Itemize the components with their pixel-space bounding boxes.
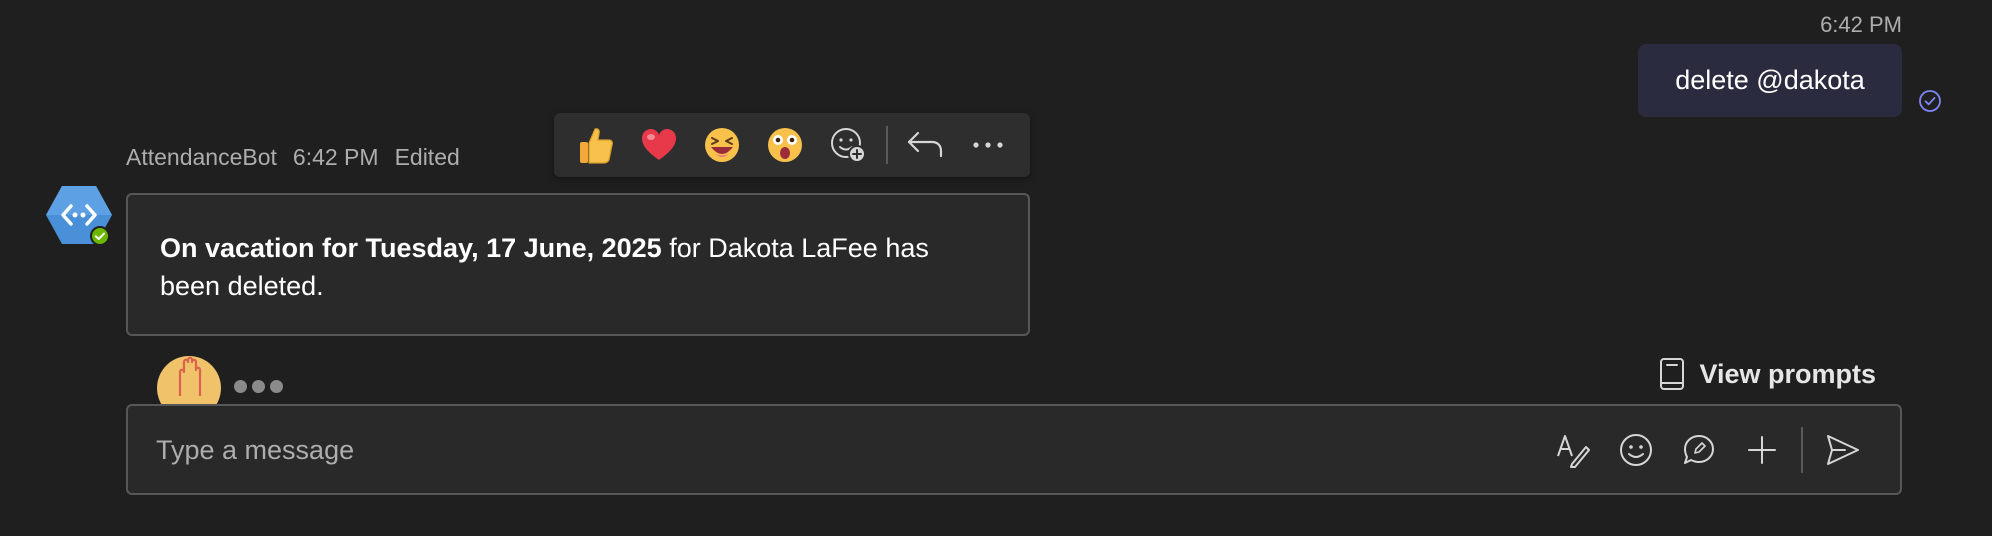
typing-dot <box>270 380 283 393</box>
message-input[interactable] <box>154 406 1558 495</box>
toolbar-divider <box>885 126 888 164</box>
sender-name: AttendanceBot <box>126 144 277 170</box>
plus-icon <box>1747 435 1776 464</box>
send-button[interactable] <box>1811 418 1874 481</box>
typing-indicator <box>234 380 283 393</box>
outgoing-timestamp: 6:42 PM <box>1820 12 1902 37</box>
compose-toolbar <box>1541 406 1874 493</box>
reaction-toolbar <box>554 113 1030 177</box>
more-options-button[interactable] <box>957 113 1020 177</box>
heart-reaction-button[interactable] <box>627 113 690 177</box>
more-reactions-button[interactable] <box>817 113 880 177</box>
emoji-icon <box>1619 433 1652 466</box>
laughing-face-icon <box>704 128 739 162</box>
laugh-reaction-button[interactable] <box>690 113 753 177</box>
prompt-book-icon <box>1660 358 1685 390</box>
typing-dot <box>234 380 247 393</box>
send-icon <box>1826 434 1859 465</box>
raised-hand-icon <box>178 356 202 396</box>
thumbs-up-icon <box>579 128 613 164</box>
edited-label: Edited <box>394 144 460 170</box>
outgoing-message[interactable]: delete @dakota <box>1638 44 1902 117</box>
surprised-reaction-button[interactable] <box>753 113 816 177</box>
toolbar-divider <box>1801 426 1803 473</box>
bot-message-card[interactable]: On vacation for Tuesday, 17 June, 2025 f… <box>126 193 1030 336</box>
typing-dot <box>252 380 265 393</box>
chat-bubble-icon <box>1683 434 1714 464</box>
chat-pane: 6:42 PM delete @dakota AttendanceBot 6:4… <box>0 0 1992 536</box>
like-reaction-button[interactable] <box>564 113 627 177</box>
bot-message-header: AttendanceBot 6:42 PM Edited <box>126 144 460 171</box>
ellipsis-icon <box>973 142 1003 148</box>
emoji-button[interactable] <box>1604 418 1667 481</box>
seen-check-icon <box>1919 90 1941 112</box>
attach-button[interactable] <box>1730 418 1793 481</box>
format-pen-icon <box>1556 434 1590 468</box>
reply-button[interactable] <box>894 113 957 177</box>
view-prompts-label: View prompts <box>1699 358 1876 389</box>
format-button[interactable] <box>1541 418 1604 481</box>
reply-icon <box>908 131 943 158</box>
compose-box <box>126 404 1902 495</box>
online-status-icon <box>90 226 110 246</box>
heart-icon <box>641 129 676 160</box>
message-timestamp: 6:42 PM <box>292 144 379 170</box>
loop-button[interactable] <box>1667 418 1730 481</box>
add-emoji-icon <box>831 128 867 163</box>
message-bold-text: On vacation for Tuesday, 17 June, 2025 <box>160 233 662 263</box>
surprised-face-icon <box>767 128 802 162</box>
view-prompts-button[interactable]: View prompts <box>1659 357 1876 391</box>
